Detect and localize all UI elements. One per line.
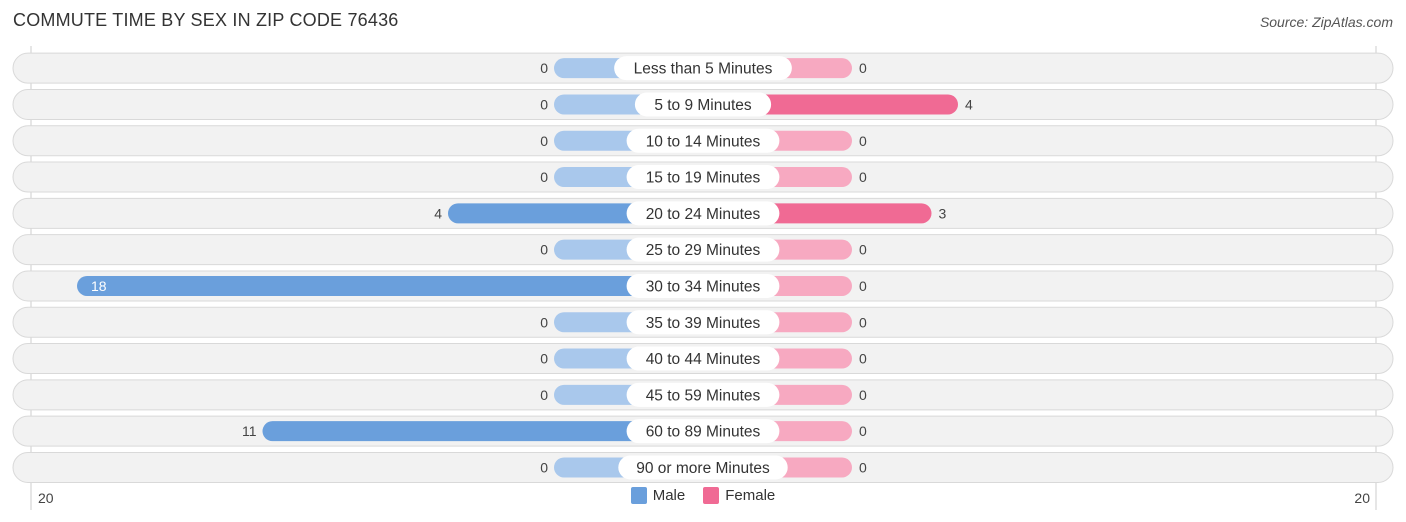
legend-label-male: Male xyxy=(652,487,686,504)
category-label: 25 to 29 Minutes xyxy=(646,242,761,259)
category-label: 20 to 24 Minutes xyxy=(646,206,761,223)
value-label-female: 0 xyxy=(859,387,867,403)
category-label: 35 to 39 Minutes xyxy=(646,315,761,332)
chart-row: 0 0 45 to 59 Minutes xyxy=(12,379,1394,411)
legend-item-female[interactable]: Female xyxy=(703,487,775,504)
legend-label-female: Female xyxy=(725,487,776,504)
value-label-female: 0 xyxy=(859,169,867,185)
category-label: 40 to 44 Minutes xyxy=(646,351,761,368)
value-label-male: 0 xyxy=(540,133,548,149)
value-label-male: 11 xyxy=(242,423,257,439)
value-label-male: 0 xyxy=(540,314,548,330)
value-label-male: 0 xyxy=(540,169,548,185)
chart-row: 0 0 15 to 19 Minutes xyxy=(12,161,1394,193)
legend-item-male[interactable]: Male xyxy=(630,487,686,504)
value-label-female: 4 xyxy=(965,96,973,112)
legend: Male Female xyxy=(0,487,1406,504)
value-label-female: 0 xyxy=(859,459,867,475)
value-label-female: 0 xyxy=(859,351,867,367)
legend-swatch-male xyxy=(630,487,647,504)
chart-row: 0 0 40 to 44 Minutes xyxy=(12,343,1394,375)
chart-row: 0 0 Less than 5 Minutes xyxy=(12,52,1394,84)
chart-row: 11 0 60 to 89 Minutes xyxy=(12,415,1394,447)
category-label: 60 to 89 Minutes xyxy=(646,424,761,441)
legend-swatch-female xyxy=(703,487,720,504)
value-label-male: 4 xyxy=(434,205,442,221)
chart-row: 18 0 30 to 34 Minutes xyxy=(12,270,1394,302)
value-label-female: 0 xyxy=(859,278,867,294)
value-label-female: 0 xyxy=(859,60,867,76)
category-label: Less than 5 Minutes xyxy=(634,61,773,78)
chart-row: 0 4 5 to 9 Minutes xyxy=(12,88,1394,120)
value-label-male: 0 xyxy=(540,351,548,367)
chart-row: 0 0 25 to 29 Minutes xyxy=(12,234,1394,266)
value-label-female: 0 xyxy=(859,242,867,258)
value-label-male: 0 xyxy=(540,242,548,258)
value-label-female: 0 xyxy=(859,314,867,330)
chart-row: 0 0 10 to 14 Minutes xyxy=(12,125,1394,157)
value-label-male: 0 xyxy=(540,60,548,76)
chart-row: 0 0 90 or more Minutes xyxy=(12,451,1394,483)
category-label: 15 to 19 Minutes xyxy=(646,170,761,187)
value-label-male: 0 xyxy=(540,459,548,475)
value-label-female: 3 xyxy=(939,205,947,221)
chart-row: 4 3 20 to 24 Minutes xyxy=(12,197,1394,229)
bar-male xyxy=(77,275,703,296)
chart-row: 0 0 35 to 39 Minutes xyxy=(12,306,1394,338)
value-label-female: 0 xyxy=(859,423,867,439)
category-label: 45 to 59 Minutes xyxy=(646,387,761,404)
chart-svg: 0 0Less than 5 Minutes0 45 to 9 Minutes0 01… xyxy=(12,46,1394,510)
category-label: 5 to 9 Minutes xyxy=(654,97,752,114)
category-label: 10 to 14 Minutes xyxy=(646,133,761,150)
value-label-female: 0 xyxy=(859,133,867,149)
value-label-male: 0 xyxy=(540,387,548,403)
value-label-male: 18 xyxy=(91,278,107,294)
value-label-male: 0 xyxy=(540,96,548,112)
category-label: 30 to 34 Minutes xyxy=(646,278,761,295)
category-label: 90 or more Minutes xyxy=(636,460,770,477)
